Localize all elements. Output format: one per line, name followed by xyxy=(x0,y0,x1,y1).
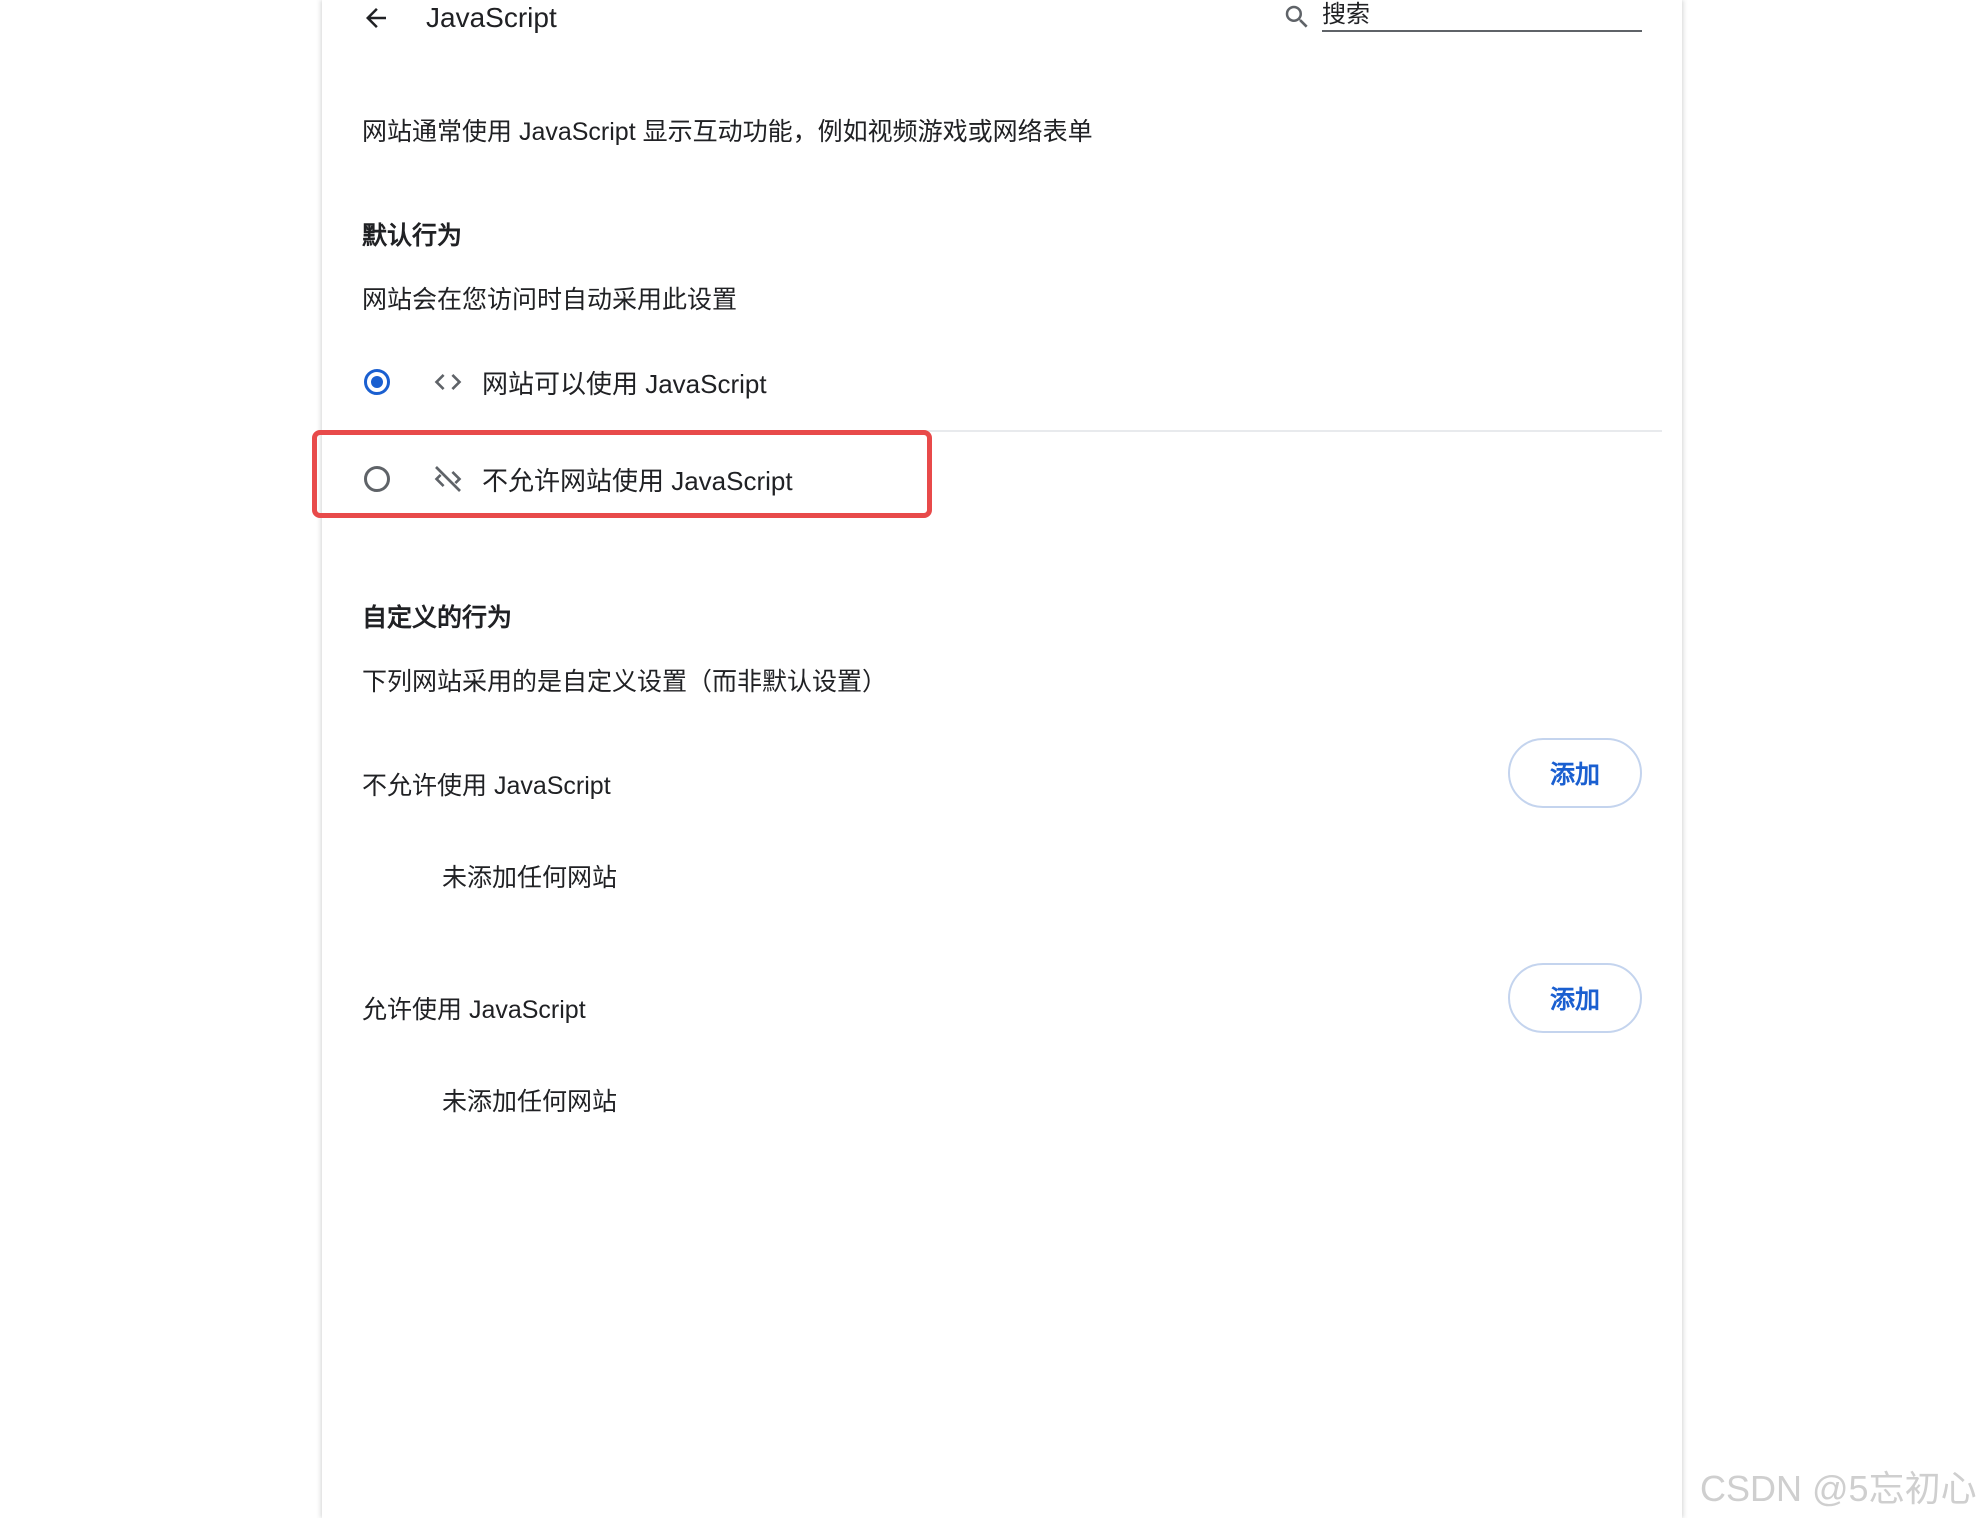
page-title: JavaScript xyxy=(426,2,557,33)
block-list-label: 不允许使用 JavaScript xyxy=(362,772,611,800)
search-box[interactable] xyxy=(1282,0,1644,34)
allow-list-empty-text: 未添加任何网站 xyxy=(442,1088,618,1116)
add-allow-site-button[interactable]: 添加 xyxy=(1508,963,1642,1033)
custom-behavior-subtitle: 下列网站采用的是自定义设置（而非默认设置） xyxy=(362,668,888,696)
annotation-highlight-box xyxy=(312,430,932,518)
custom-behavior-title: 自定义的行为 xyxy=(362,604,513,632)
default-behavior-title: 默认行为 xyxy=(362,222,463,250)
settings-card: JavaScript 网站通常使用 JavaScript 显示互动功能，例如视频… xyxy=(312,0,1682,1518)
allow-list-label: 允许使用 JavaScript xyxy=(362,996,586,1024)
code-icon xyxy=(432,366,464,398)
radio-button-selected[interactable] xyxy=(364,369,390,395)
search-icon xyxy=(1285,5,1308,28)
add-block-site-button[interactable]: 添加 xyxy=(1508,738,1642,808)
default-behavior-subtitle: 网站会在您访问时自动采用此设置 xyxy=(362,286,738,314)
back-button[interactable] xyxy=(356,0,396,36)
arrow-back-icon xyxy=(366,8,386,28)
search-input[interactable] xyxy=(1322,0,1642,32)
page-description: 网站通常使用 JavaScript 显示互动功能，例如视频游戏或网络表单 xyxy=(362,118,1093,146)
radio-label: 网站可以使用 JavaScript xyxy=(482,368,767,399)
watermark: CSDN @5忘初心 xyxy=(1700,1468,1977,1509)
radio-allow-javascript[interactable]: 网站可以使用 JavaScript xyxy=(362,352,1652,412)
block-list-empty-text: 未添加任何网站 xyxy=(442,864,618,892)
